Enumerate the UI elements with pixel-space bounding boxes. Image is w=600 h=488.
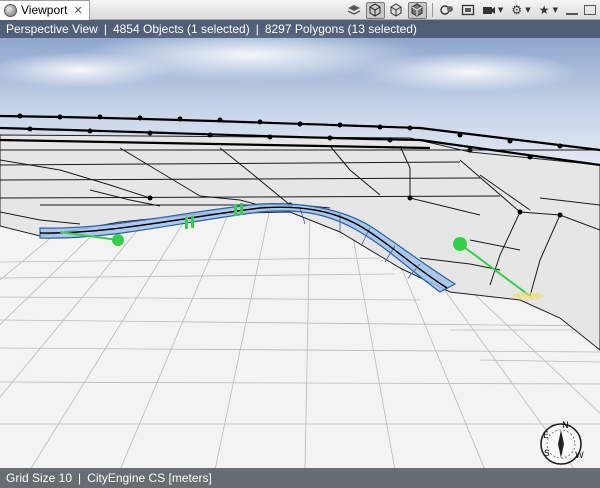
handle-highlight: [512, 292, 544, 300]
object-count: 4854 Objects (1 selected): [112, 22, 250, 36]
textured-icon[interactable]: [407, 1, 427, 19]
viewport-toolbar: ▼ ⚙ ▼ ★ ▼: [345, 0, 600, 20]
toolbar-separator: [431, 3, 433, 17]
separator: |: [78, 471, 82, 485]
polygon-count: 8297 Polygons (13 selected): [264, 22, 417, 36]
maximize-icon[interactable]: [584, 5, 596, 15]
settings-icon[interactable]: ⚙: [507, 2, 526, 19]
handle-node: [112, 234, 124, 246]
cloud: [360, 52, 580, 92]
scene-view[interactable]: [0, 20, 600, 468]
star-icon[interactable]: ★: [535, 2, 554, 19]
camera-icon[interactable]: [480, 2, 499, 19]
grid-size: Grid Size 10: [6, 471, 73, 485]
compass-e: E: [543, 431, 549, 441]
viewport-info-bar: Perspective View | 4854 Objects (1 selec…: [0, 20, 600, 38]
tab-viewport[interactable]: Viewport ✕: [0, 0, 90, 20]
separator: |: [103, 22, 107, 36]
handle-node: [453, 237, 467, 251]
compass-widget[interactable]: N E W S: [531, 414, 591, 474]
tab-label: Viewport: [21, 3, 68, 17]
compass-n: N: [562, 421, 569, 431]
chevron-down-icon[interactable]: ▼: [553, 6, 558, 14]
layers-icon[interactable]: [345, 2, 364, 19]
separator: |: [255, 22, 259, 36]
view-name: Perspective View: [6, 22, 98, 36]
compass-s: S: [544, 449, 550, 459]
shaded-icon[interactable]: [387, 2, 406, 19]
compass-w: W: [575, 451, 584, 461]
viewport-canvas[interactable]: [0, 20, 600, 468]
bookmark-camera-icon[interactable]: [438, 2, 457, 19]
coordinate-system: CityEngine CS [meters]: [87, 471, 212, 485]
minimize-icon[interactable]: [566, 11, 578, 15]
viewport-status-bar: Grid Size 10 | CityEngine CS [meters]: [0, 468, 600, 488]
chevron-down-icon[interactable]: ▼: [525, 6, 530, 14]
wireframe-icon[interactable]: [365, 1, 385, 19]
chevron-down-icon[interactable]: ▼: [498, 6, 503, 14]
view-titlebar: Viewport ✕ ▼ ⚙ ▼ ★ ▼: [0, 0, 600, 20]
frame-icon[interactable]: [459, 2, 478, 19]
viewport-icon: [4, 3, 17, 17]
close-icon[interactable]: ✕: [73, 4, 82, 17]
